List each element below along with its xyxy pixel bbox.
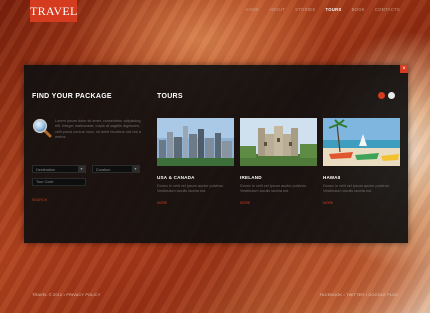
tour-image-ireland[interactable] bbox=[240, 118, 317, 166]
more-link-ireland[interactable]: MORE bbox=[240, 201, 317, 205]
nav-book[interactable]: BOOK bbox=[352, 7, 365, 12]
tour-title-hawaii[interactable]: HAWAII bbox=[323, 175, 400, 180]
tour-code-input[interactable]: Tour Code bbox=[32, 178, 86, 186]
find-intro-text: Lorem ipsum dolor sit amet, consectetur … bbox=[55, 119, 142, 140]
footer-copyright[interactable]: TRAVEL © 2012 • PRIVACY POLICY bbox=[32, 293, 100, 297]
more-link-usa[interactable]: MORE bbox=[157, 201, 234, 205]
tour-card-ireland[interactable]: IRELAND Donec in velit vel ipsum auctor … bbox=[240, 118, 317, 205]
tour-image-hawaii[interactable] bbox=[323, 118, 400, 166]
tour-desc-hawaii: Donec in velit vel ipsum auctor pulvinar… bbox=[323, 184, 390, 194]
carousel-dot-1[interactable] bbox=[378, 92, 385, 99]
tour-desc-ireland: Donec in velit vel ipsum auctor pulvinar… bbox=[240, 184, 307, 194]
search-button[interactable]: SEARCH bbox=[32, 198, 47, 202]
carousel-dot-2[interactable] bbox=[388, 92, 395, 99]
carousel-pager bbox=[378, 92, 395, 99]
tour-card-hawaii[interactable]: HAWAII Donec in velit vel ipsum auctor p… bbox=[323, 118, 400, 205]
tours-heading: TOURS bbox=[157, 93, 183, 100]
footer-social-links[interactable]: FACEBOOK • TWITTER • GOOGLE PLUS bbox=[320, 293, 398, 297]
find-package-heading: FIND YOUR PACKAGE bbox=[32, 93, 112, 100]
site-logo[interactable]: TRAVEL bbox=[30, 0, 77, 22]
nav-stories[interactable]: STORIES bbox=[295, 7, 315, 12]
destination-select[interactable]: Destination ▼ bbox=[32, 165, 86, 173]
tour-desc-usa: Donec in velit vel ipsum auctor pulvinar… bbox=[157, 184, 224, 194]
tour-image-usa[interactable] bbox=[157, 118, 234, 166]
tour-title-usa[interactable]: USA & CANADA bbox=[157, 175, 234, 180]
nav-tours[interactable]: TOURS bbox=[325, 7, 341, 12]
main-nav: HOME ABOUT STORIES TOURS BOOK CONTACTS bbox=[245, 7, 400, 12]
chevron-down-icon: ▼ bbox=[78, 166, 85, 172]
more-link-hawaii[interactable]: MORE bbox=[323, 201, 400, 205]
destination-value: Destination bbox=[36, 168, 55, 172]
tour-title-ireland[interactable]: IRELAND bbox=[240, 175, 317, 180]
tours-panel: × FIND YOUR PACKAGE Lorem ipsum dolor si… bbox=[24, 65, 408, 243]
tour-code-placeholder: Tour Code bbox=[36, 180, 54, 184]
nav-about[interactable]: ABOUT bbox=[269, 7, 285, 12]
duration-value: Duration bbox=[96, 168, 111, 172]
nav-home[interactable]: HOME bbox=[245, 7, 259, 12]
duration-select[interactable]: Duration ▼ bbox=[92, 165, 140, 173]
tour-card-usa[interactable]: USA & CANADA Donec in velit vel ipsum au… bbox=[157, 118, 234, 205]
nav-contacts[interactable]: CONTACTS bbox=[375, 7, 400, 12]
search-icon bbox=[32, 118, 52, 138]
close-button[interactable]: × bbox=[400, 65, 408, 73]
chevron-down-icon: ▼ bbox=[132, 166, 139, 172]
